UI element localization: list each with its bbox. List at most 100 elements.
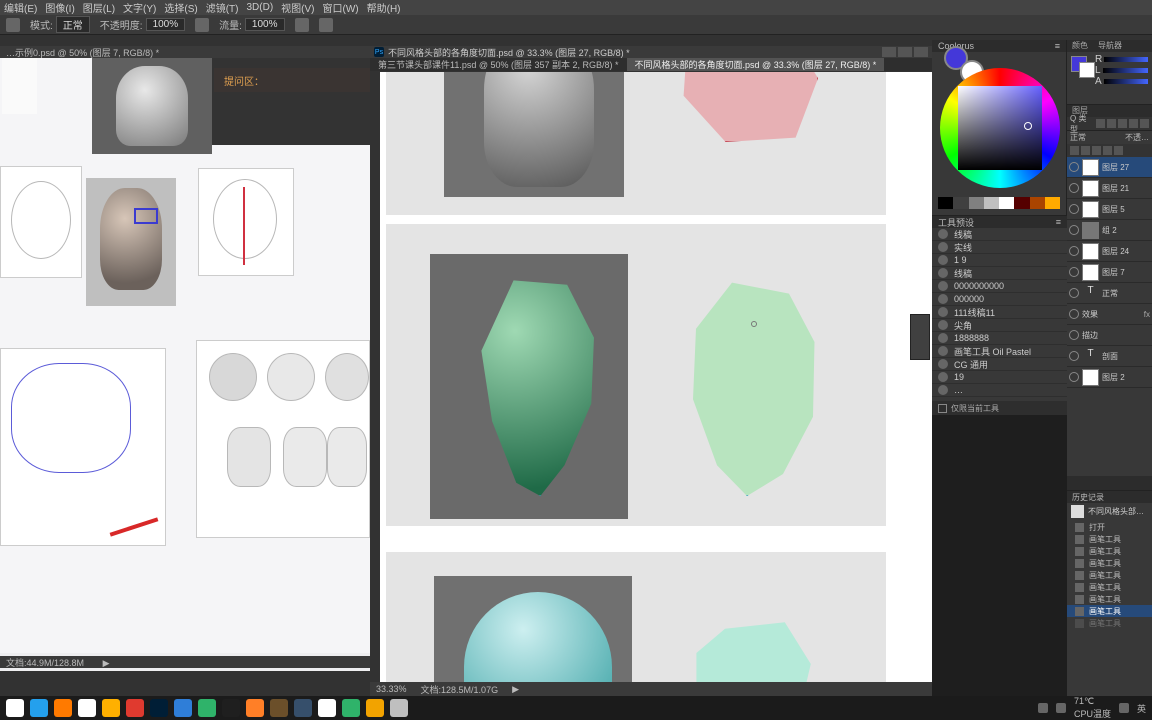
visibility-eye-icon[interactable] xyxy=(1069,246,1079,256)
tool-preset-row[interactable]: 尖角 xyxy=(932,319,1067,332)
taskbar-app-icon[interactable] xyxy=(222,699,240,717)
layer-filter-row[interactable]: Q 类型 xyxy=(1067,117,1152,131)
layer-row[interactable]: T剖面 xyxy=(1067,346,1152,367)
menu-item[interactable]: 窗口(W) xyxy=(323,0,359,15)
fx-badge[interactable]: fx xyxy=(1144,310,1150,319)
tab-color[interactable]: 颜色 xyxy=(1067,40,1093,52)
menu-item[interactable]: 图像(I) xyxy=(45,0,74,15)
minimize-button[interactable] xyxy=(882,47,896,57)
close-button[interactable] xyxy=(914,47,928,57)
taskbar-app-icon[interactable] xyxy=(318,699,336,717)
mode-dropdown[interactable]: 正常 xyxy=(56,16,90,33)
lock-row[interactable] xyxy=(1067,144,1152,158)
taskbar-app-icon[interactable] xyxy=(30,699,48,717)
status-arrow-icon[interactable]: ▶ xyxy=(103,658,110,668)
layer-row[interactable]: 图层 5 xyxy=(1067,199,1152,220)
visibility-eye-icon[interactable] xyxy=(1069,162,1079,172)
menu-item[interactable]: 3D(D) xyxy=(247,2,274,13)
taskbar-app-icon[interactable] xyxy=(150,699,168,717)
history-list[interactable]: 打开画笔工具画笔工具画笔工具画笔工具画笔工具画笔工具画笔工具画笔工具 xyxy=(1067,521,1152,696)
status-arrow-icon[interactable]: ▶ xyxy=(512,684,519,695)
color-square[interactable] xyxy=(958,86,1042,170)
taskbar-app-icon[interactable] xyxy=(294,699,312,717)
blend-mode-dropdown[interactable]: 正常 xyxy=(1070,132,1086,143)
taskbar-app-icon[interactable] xyxy=(126,699,144,717)
visibility-eye-icon[interactable] xyxy=(1069,372,1079,382)
tray-icon[interactable] xyxy=(1119,703,1129,713)
layer-row[interactable]: 效果fx xyxy=(1067,304,1152,325)
visibility-eye-icon[interactable] xyxy=(1069,204,1079,214)
history-step[interactable]: 画笔工具 xyxy=(1067,533,1152,545)
taskbar-app-icon[interactable] xyxy=(174,699,192,717)
visibility-eye-icon[interactable] xyxy=(1069,225,1079,235)
doc-tab[interactable]: …示例0.psd @ 50% (图层 7, RGB/8) * xyxy=(0,46,165,59)
layer-row[interactable]: 图层 27 xyxy=(1067,157,1152,178)
secondary-canvas[interactable]: 提问区： xyxy=(0,58,370,653)
taskbar-app-icon[interactable] xyxy=(390,699,408,717)
visibility-eye-icon[interactable] xyxy=(1069,330,1079,340)
tray-icon[interactable] xyxy=(1056,703,1066,713)
tool-preset-row[interactable]: 111线稿11 xyxy=(932,306,1067,319)
tool-preset-row[interactable]: 线稿 xyxy=(932,228,1067,241)
taskbar-app-icon[interactable] xyxy=(342,699,360,717)
bg-swatch[interactable] xyxy=(1079,62,1095,78)
checkbox[interactable] xyxy=(938,404,947,413)
visibility-eye-icon[interactable] xyxy=(1069,288,1079,298)
brush-preset-icon[interactable] xyxy=(6,18,20,32)
tool-preset-list[interactable]: 线稿实线1 9线稿0000000000000000111线稿11尖角188888… xyxy=(932,228,1067,397)
panel-menu-icon[interactable]: ≡ xyxy=(1056,217,1061,227)
taskbar-app-icon[interactable] xyxy=(198,699,216,717)
taskbar-app-icon[interactable] xyxy=(270,699,288,717)
maximize-button[interactable] xyxy=(898,47,912,57)
main-canvas[interactable] xyxy=(380,72,932,686)
layer-row[interactable]: 图层 2 xyxy=(1067,367,1152,388)
visibility-eye-icon[interactable] xyxy=(1069,351,1079,361)
tool-preset-row[interactable]: 实线 xyxy=(932,241,1067,254)
layer-row[interactable]: T正常 xyxy=(1067,283,1152,304)
tool-preset-row[interactable]: 1888888 xyxy=(932,332,1067,345)
panel-menu-icon[interactable]: ≡ xyxy=(1055,41,1060,51)
layer-row[interactable]: 图层 21 xyxy=(1067,178,1152,199)
menu-item[interactable]: 视图(V) xyxy=(281,0,314,15)
tab-navigator[interactable]: 导航器 xyxy=(1093,40,1127,52)
opacity-input[interactable]: 100% xyxy=(146,18,186,31)
pressure-opacity-icon[interactable] xyxy=(195,18,209,32)
menu-item[interactable]: 编辑(E) xyxy=(4,0,37,15)
tool-preset-row[interactable]: 0000000000 xyxy=(932,280,1067,293)
visibility-eye-icon[interactable] xyxy=(1069,183,1079,193)
taskbar-app-icon[interactable] xyxy=(246,699,264,717)
layer-list[interactable]: 图层 27图层 21图层 5组 2图层 24图层 7T正常效果fx描边T剖面图层… xyxy=(1067,157,1152,476)
ime-indicator[interactable]: 英 xyxy=(1137,702,1146,715)
menu-item[interactable]: 选择(S) xyxy=(164,0,197,15)
collapsed-panel-dock[interactable] xyxy=(910,314,930,360)
layer-row[interactable]: 组 2 xyxy=(1067,220,1152,241)
doc-tab-active[interactable]: 不同风格头部的各角度切面.psd @ 33.3% (图层 27, RGB/8) … xyxy=(627,58,885,71)
history-step[interactable]: 画笔工具 xyxy=(1067,581,1152,593)
tool-preset-row[interactable]: 画笔工具 Oil Pastel xyxy=(932,345,1067,358)
menu-item[interactable]: 图层(L) xyxy=(83,0,115,15)
color-wheel[interactable] xyxy=(940,68,1060,188)
tool-preset-row[interactable]: … xyxy=(932,384,1067,397)
menu-item[interactable]: 帮助(H) xyxy=(367,0,401,15)
tool-preset-row[interactable]: 000000 xyxy=(932,293,1067,306)
history-doc-row[interactable]: 不同风格头部… xyxy=(1067,503,1152,519)
tool-preset-row[interactable]: CG 通用 xyxy=(932,358,1067,371)
history-step[interactable]: 打开 xyxy=(1067,521,1152,533)
taskbar-app-icon[interactable] xyxy=(6,699,24,717)
visibility-eye-icon[interactable] xyxy=(1069,267,1079,277)
status-zoom[interactable]: 33.33% xyxy=(376,684,407,694)
menu-item[interactable]: 滤镜(T) xyxy=(206,0,239,15)
taskbar-app-icon[interactable] xyxy=(366,699,384,717)
layer-row[interactable]: 描边 xyxy=(1067,325,1152,346)
tray-icon[interactable] xyxy=(1038,703,1048,713)
tool-preset-row[interactable]: 19 xyxy=(932,371,1067,384)
tool-preset-row[interactable]: 线稿 xyxy=(932,267,1067,280)
airbrush-icon[interactable] xyxy=(295,18,309,32)
menu-item[interactable]: 文字(Y) xyxy=(123,0,156,15)
pressure-size-icon[interactable] xyxy=(319,18,333,32)
history-step[interactable]: 画笔工具 xyxy=(1067,545,1152,557)
layer-row[interactable]: 图层 24 xyxy=(1067,241,1152,262)
layer-row[interactable]: 图层 7 xyxy=(1067,262,1152,283)
history-step[interactable]: 画笔工具 xyxy=(1067,605,1152,617)
history-step[interactable]: 画笔工具 xyxy=(1067,593,1152,605)
